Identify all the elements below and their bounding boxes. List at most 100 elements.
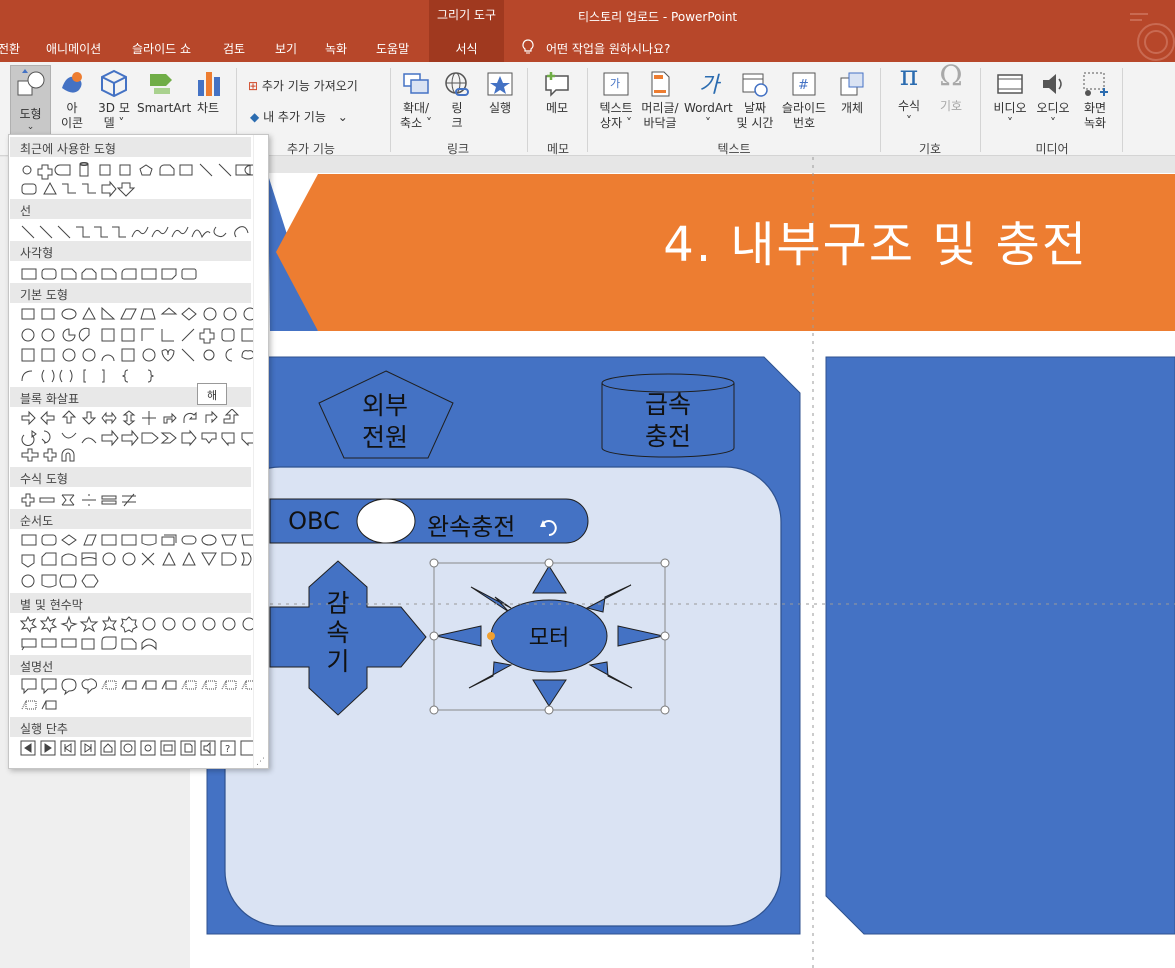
globe-link-icon <box>445 72 469 96</box>
link-label: 링 크 <box>451 101 463 130</box>
tab-transitions[interactable]: 전환 <box>0 40 20 57</box>
slide-svg <box>190 157 1175 968</box>
symbol-label: 기호 <box>939 99 963 113</box>
text-group-label: 텍스트 <box>717 142 751 156</box>
tab-view[interactable]: 보기 <box>275 40 297 57</box>
slow-charge-text[interactable]: 완속충전 <box>427 507 542 542</box>
smartart-button[interactable]: SmartArt <box>137 68 191 116</box>
symbol-button[interactable]: Ω 기호 <box>934 62 968 114</box>
icons-button[interactable]: 아 이콘 <box>56 68 88 131</box>
gallery-row-block-arrows[interactable] <box>20 409 260 465</box>
gallery-row-flowchart[interactable] <box>20 531 260 591</box>
header-footer-button[interactable]: 머리글/ 바닥글 <box>639 70 681 131</box>
slide-title[interactable]: 4. 내부구조 및 충전 <box>528 205 1088 275</box>
gallery-row-stars-banners[interactable] <box>20 615 260 653</box>
zoom-button[interactable]: 확대/ 축소 ˅ <box>396 70 436 131</box>
gallery-row-equation-shapes[interactable] <box>20 491 260 509</box>
video-button[interactable]: 비디오 ˅ <box>989 70 1031 131</box>
slide-canvas[interactable]: 4. 내부구조 및 충전 외부 전원 급속 충전 OBC 완속충전 감 속 기 … <box>190 157 1175 968</box>
tell-me-search[interactable]: 어떤 작업을 원하시나요? <box>546 40 670 57</box>
speaker-icon <box>1043 74 1062 94</box>
gallery-section-action-buttons: 실행 단추 <box>10 717 251 737</box>
zoom-label: 확대/ 축소 ˅ <box>400 101 432 130</box>
shapes-icon <box>17 69 44 96</box>
svg-text:#: # <box>798 78 809 93</box>
link-button[interactable]: 링 크 <box>442 70 472 131</box>
tab-record[interactable]: 녹화 <box>325 40 347 57</box>
textbox-button[interactable]: 가 텍스트 상자 ˅ <box>595 70 637 131</box>
right-blue-panel[interactable] <box>825 356 1175 935</box>
comment-label: 메모 <box>545 101 569 115</box>
gallery-row-lines[interactable] <box>20 223 260 241</box>
gallery-row-recent-shapes[interactable] <box>20 161 260 198</box>
corner-logo-icon <box>1128 12 1175 66</box>
obc-connector-oval[interactable] <box>356 498 416 544</box>
context-group-label: 그리기 도구 <box>436 8 496 22</box>
audio-button[interactable]: 오디오 ˅ <box>1032 70 1074 131</box>
3d-models-button[interactable]: 3D 모 델 ˅ <box>93 68 135 131</box>
gallery-scrollbar[interactable] <box>253 135 268 768</box>
ribbon-separator <box>390 68 391 152</box>
adjust-handle[interactable] <box>487 632 495 640</box>
smartart-label: SmartArt <box>137 101 192 115</box>
store-icon: ⊞ <box>248 79 259 93</box>
slide-number-button[interactable]: # 슬라이드 번호 <box>779 70 829 131</box>
fast-charge-text[interactable]: 급속 충전 <box>623 389 713 453</box>
ribbon-separator <box>587 68 588 152</box>
object-button[interactable]: 개체 <box>834 70 870 116</box>
obc-text[interactable]: OBC <box>283 507 345 535</box>
tab-review[interactable]: 검토 <box>223 40 245 57</box>
shapes-label: 도형 <box>19 107 42 121</box>
resize-grip-icon[interactable]: ⋰ <box>256 757 265 767</box>
window-title: 티스토리 업로드 - PowerPoint <box>578 10 738 24</box>
equation-label: 수식 ˅ <box>897 99 921 128</box>
date-time-button[interactable]: 날짜 및 시간 <box>734 70 776 131</box>
shapes-button[interactable]: 도형 ⌄ <box>10 65 51 135</box>
tab-help[interactable]: 도움말 <box>376 40 409 57</box>
gallery-section-recent: 최근에 사용한 도형 <box>10 137 251 157</box>
motor-text[interactable]: 모터 <box>510 620 588 652</box>
ribbon-separator <box>1122 68 1123 152</box>
action-label: 실행 <box>488 101 512 115</box>
screen-recording-button[interactable]: 화면 녹화 <box>1075 70 1115 131</box>
comments-group-label: 메모 <box>546 142 570 156</box>
gallery-section-callouts: 설명선 <box>10 655 251 675</box>
gallery-row-action-buttons[interactable]: ? <box>20 739 260 757</box>
ribbon-separator <box>527 68 528 152</box>
get-addins-label: 추가 기능 가져오기 <box>261 79 358 93</box>
wordart-label: WordArt ˅ <box>684 101 733 130</box>
tab-slideshow[interactable]: 슬라이드 쇼 <box>132 40 191 57</box>
wordart-button[interactable]: 가 WordArt ˅ <box>684 70 733 131</box>
audio-label: 오디오 ˅ <box>1036 101 1070 130</box>
comment-button[interactable]: 메모 <box>536 70 578 116</box>
svg-text:가: 가 <box>699 73 722 98</box>
my-addins-button[interactable]: ◆ 내 추가 기능 ⌄ <box>250 108 348 125</box>
gallery-row-basic-shapes[interactable] <box>20 305 260 367</box>
tab-animations[interactable]: 애니메이션 <box>46 40 101 57</box>
equation-button[interactable]: π 수식 ˅ <box>892 62 926 129</box>
object-label: 개체 <box>840 101 864 115</box>
svg-text:가: 가 <box>610 77 620 90</box>
my-addins-chevron-icon: ⌄ <box>337 110 348 124</box>
shapes-gallery-dropdown[interactable]: 최근에 사용한 도형 선 사각형 기본 도형 블록 화살표 수식 도형 순서도 … <box>8 134 269 769</box>
chart-button[interactable]: 차트 <box>190 68 226 116</box>
links-group-label: 링크 <box>446 142 470 156</box>
3d-models-label: 3D 모 델 ˅ <box>98 101 130 130</box>
screen-recording-label: 화면 녹화 <box>1083 101 1107 130</box>
addin-cube-icon: ◆ <box>250 110 260 124</box>
action-button[interactable]: 실행 <box>483 70 517 116</box>
reducer-text[interactable]: 감 속 기 <box>322 589 354 676</box>
external-power-text[interactable]: 외부 전원 <box>340 390 430 454</box>
zoom-icon <box>403 73 429 94</box>
cube-icon <box>101 69 127 98</box>
gallery-row-callouts[interactable] <box>20 677 260 715</box>
calendar-icon <box>742 73 768 97</box>
date-time-label: 날짜 및 시간 <box>736 101 774 130</box>
screen-record-icon <box>1083 72 1108 96</box>
header-footer-label: 머리글/ 바닥글 <box>641 101 679 130</box>
gallery-section-flowchart: 순서도 <box>10 509 251 529</box>
gallery-row-rectangles[interactable] <box>20 265 260 283</box>
tab-format[interactable]: 서식 <box>429 32 504 62</box>
video-label: 비디오 ˅ <box>993 101 1027 130</box>
get-addins-button[interactable]: ⊞ 추가 기능 가져오기 <box>248 77 358 94</box>
